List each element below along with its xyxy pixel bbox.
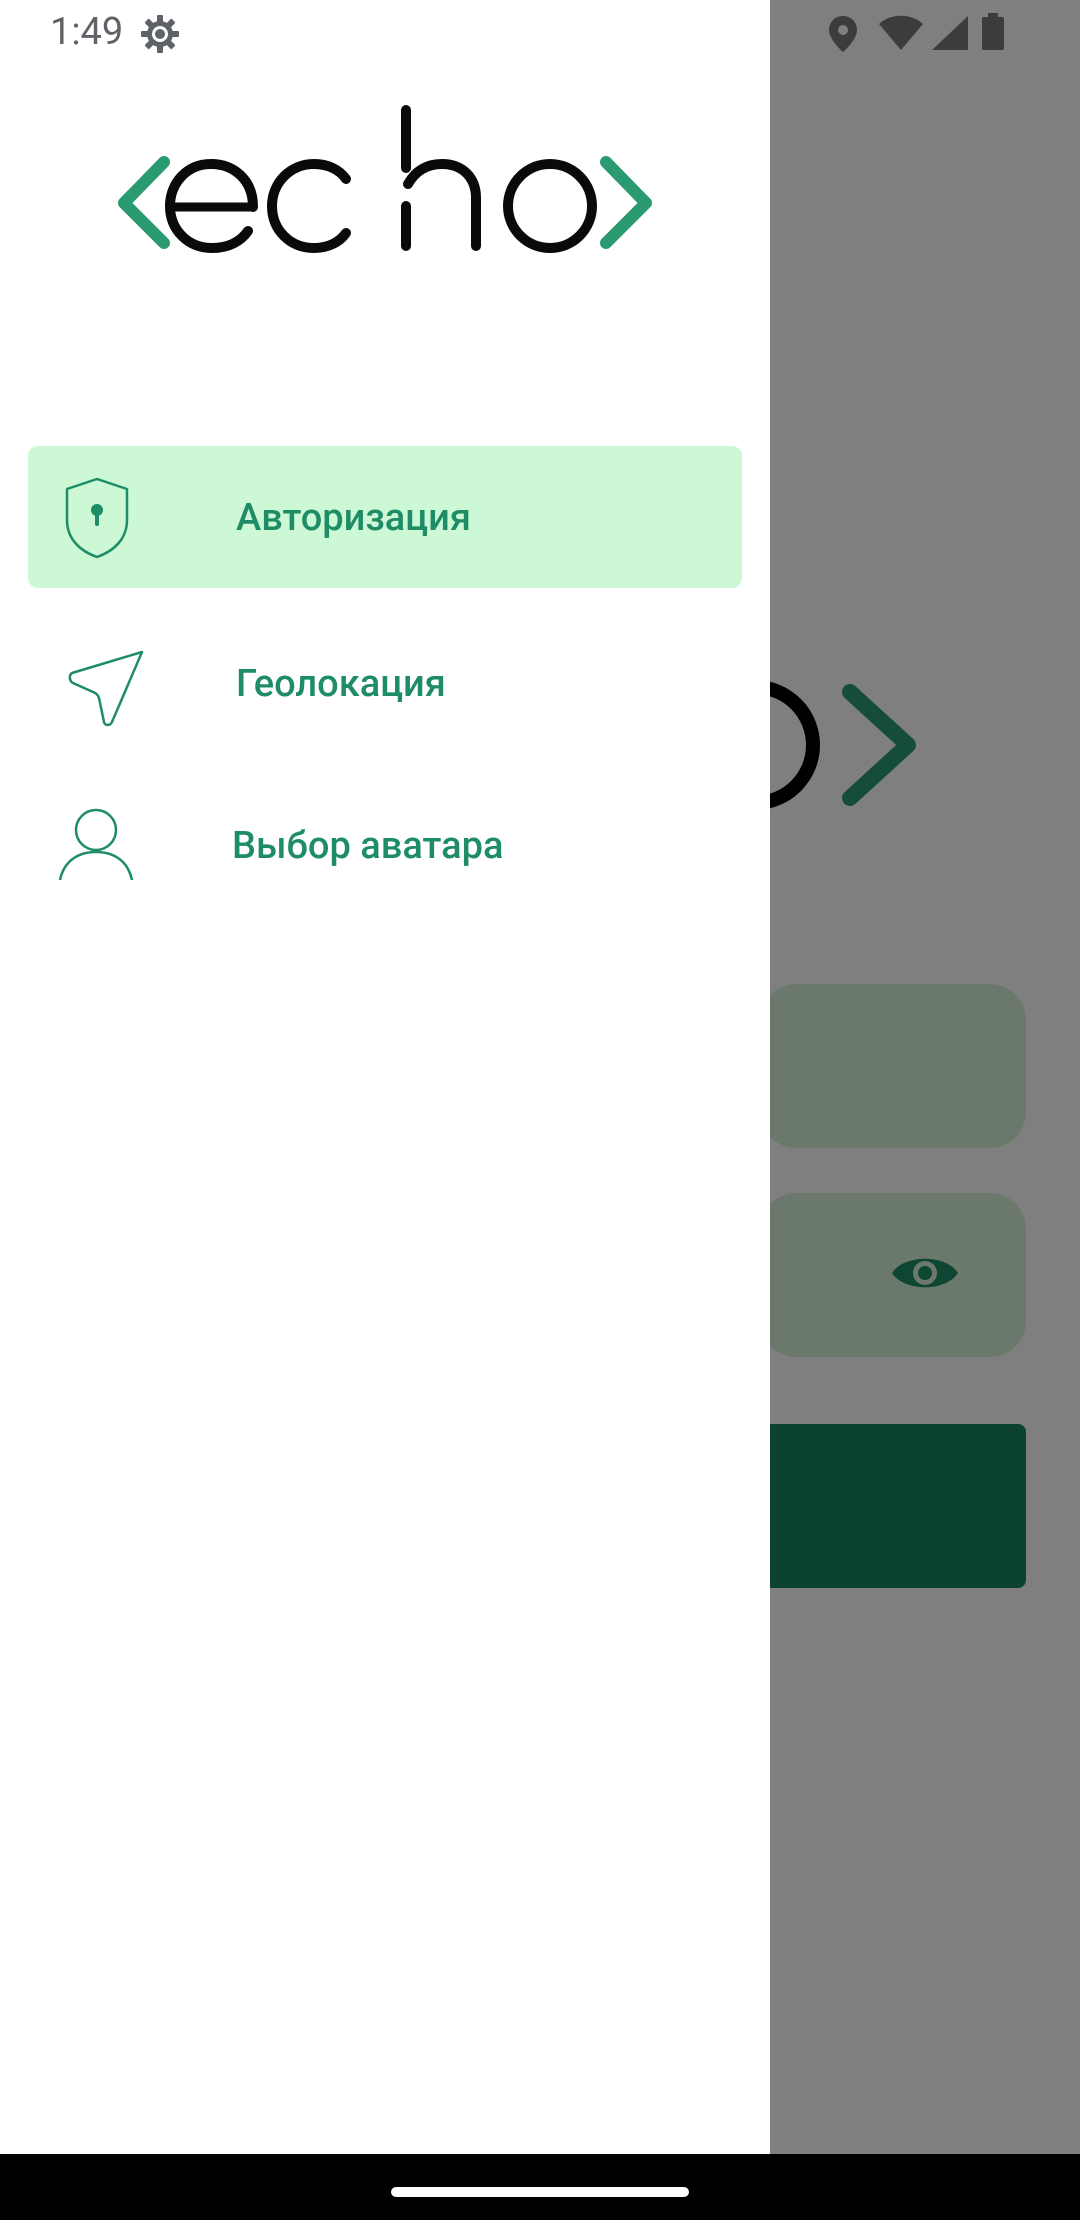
shield-lock-icon xyxy=(65,477,129,559)
status-bar: 1:49 xyxy=(0,0,1080,64)
battery-icon xyxy=(982,13,1004,50)
location-icon xyxy=(829,16,857,52)
menu-item-authorization[interactable]: Авторизация xyxy=(28,446,742,588)
gear-icon xyxy=(141,15,179,53)
signal-icon xyxy=(932,16,968,50)
home-gesture-handle[interactable] xyxy=(391,2187,689,2197)
navigation-arrow-icon xyxy=(68,650,144,727)
menu-item-label: Геолокация xyxy=(236,662,446,706)
person-icon xyxy=(58,808,134,880)
menu-item-geolocation[interactable]: Геолокация xyxy=(28,612,742,754)
menu-item-label: Выбор аватара xyxy=(232,824,504,868)
navigation-drawer: echo Авторизация Геолокация Выбор аватар… xyxy=(0,0,770,2154)
status-time: 1:49 xyxy=(50,10,124,54)
wifi-icon xyxy=(879,15,923,50)
menu-item-avatar-choice[interactable]: Выбор аватара xyxy=(28,774,742,916)
logo-text: echo xyxy=(110,100,113,101)
echo-logo: echo xyxy=(110,100,652,254)
menu-item-label: Авторизация xyxy=(236,496,471,540)
